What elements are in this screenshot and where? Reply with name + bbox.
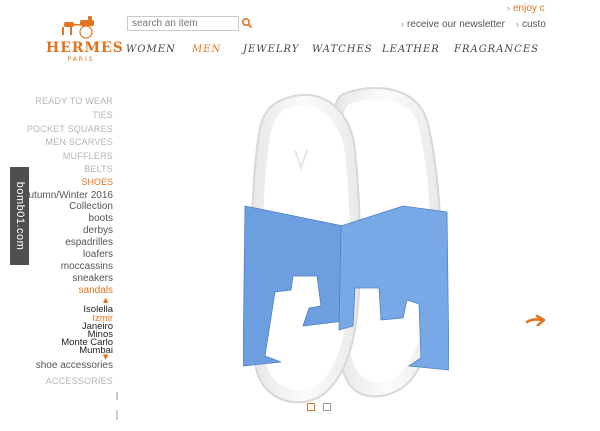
- sidebar-boots[interactable]: boots: [89, 213, 113, 224]
- carousel-dot-2[interactable]: [323, 403, 331, 411]
- sidebar-season[interactable]: Autumn/Winter 2016: [22, 190, 113, 201]
- sidebar-loafers[interactable]: loafers: [83, 249, 113, 260]
- sidebar-espadrilles[interactable]: espadrilles: [65, 237, 113, 248]
- nav-jewelry[interactable]: JEWELRY: [243, 44, 299, 55]
- newsletter-link[interactable]: › receive our newsletter: [401, 19, 505, 30]
- sidebar-sandals[interactable]: sandals: [79, 285, 113, 296]
- nav-men[interactable]: MEN: [192, 44, 221, 55]
- brand-city: PARIS: [67, 56, 95, 63]
- sidebar-sneakers[interactable]: sneakers: [72, 273, 113, 284]
- sidebar-moccassins[interactable]: moccassins: [61, 261, 113, 272]
- scroll-up-icon[interactable]: ▲: [103, 296, 108, 304]
- sidebar-shoe-accessories[interactable]: shoe accessories: [36, 360, 113, 371]
- sidebar-accessories[interactable]: ACCESSORIES: [46, 376, 113, 386]
- sidebar-shoes[interactable]: SHOES: [81, 177, 113, 187]
- search-input[interactable]: [127, 16, 239, 31]
- brand-logo[interactable]: HERMES PARIS: [46, 14, 124, 64]
- sidebar-collection[interactable]: Collection: [69, 201, 113, 212]
- sidebar-men-scarves[interactable]: MEN SCARVES: [45, 137, 113, 147]
- carousel-dot-1[interactable]: [307, 403, 315, 411]
- next-arrow-icon[interactable]: [526, 314, 546, 328]
- nav-fragrances[interactable]: FRAGRANCES: [454, 44, 539, 55]
- sidebar-ties[interactable]: TIES: [92, 110, 113, 120]
- customer-link[interactable]: › custo: [516, 19, 546, 30]
- nav-leather[interactable]: LEATHER: [382, 44, 440, 55]
- divider: [116, 410, 118, 420]
- arrow-icon: ›: [507, 3, 510, 13]
- sidebar-ready-to-wear[interactable]: READY TO WEAR: [35, 96, 113, 106]
- watermark-badge: bomb01.com: [10, 167, 29, 265]
- sidebar-belts[interactable]: BELTS: [84, 164, 113, 174]
- brand-name: HERMES: [46, 40, 124, 56]
- sidebar-mufflers[interactable]: MUFFLERS: [63, 151, 113, 161]
- nav-women[interactable]: WOMEN: [126, 44, 176, 55]
- product-image[interactable]: [243, 80, 449, 405]
- sidebar-pocket-squares[interactable]: POCKET SQUARES: [27, 124, 113, 134]
- arrow-icon: ›: [401, 19, 404, 29]
- carriage-logo-icon: [62, 16, 94, 39]
- enjoy-link[interactable]: › enjoy c: [507, 3, 545, 14]
- nav-watches[interactable]: WATCHES: [312, 44, 373, 55]
- divider: [116, 392, 118, 400]
- search-icon[interactable]: [241, 17, 253, 29]
- sidebar-derbys[interactable]: derbys: [83, 225, 113, 236]
- arrow-icon: ›: [516, 19, 519, 29]
